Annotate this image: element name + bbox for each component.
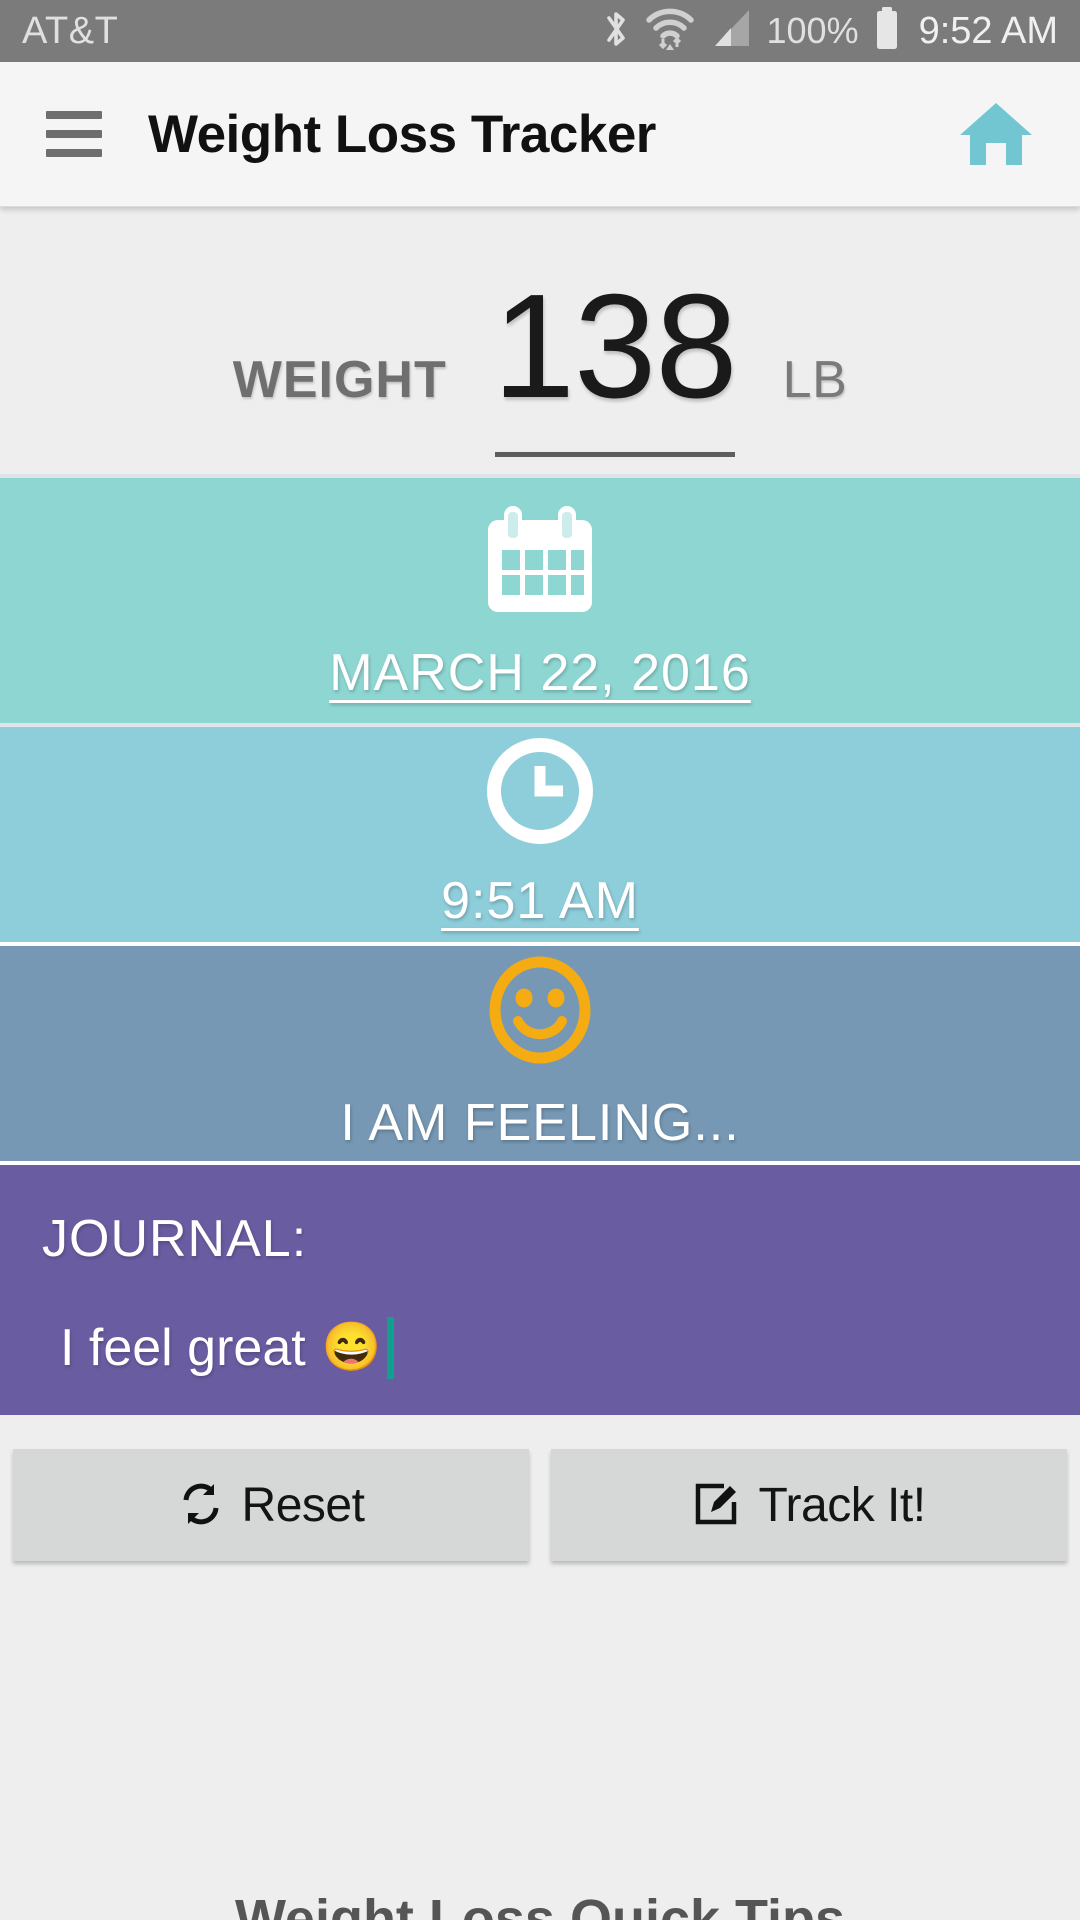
bluetooth-icon (601, 7, 631, 56)
page-title: Weight Loss Tracker (148, 104, 656, 164)
track-it-button-label: Track It! (758, 1478, 926, 1532)
journal-section: JOURNAL: I feel great 😄 (0, 1165, 1080, 1415)
edit-pencil-icon (692, 1480, 740, 1531)
footer-partial-heading: Weight Loss Quick Tips (0, 1820, 1080, 1920)
action-button-bar: Reset Track It! (0, 1415, 1080, 1595)
time-row[interactable]: 9:51 AM (0, 727, 1080, 942)
weight-input[interactable]: 138 (492, 263, 738, 457)
battery-icon (873, 6, 901, 57)
cellular-signal-icon (709, 8, 753, 55)
weight-value: 138 (492, 263, 738, 429)
hamburger-bar (46, 149, 102, 157)
wifi-icon (645, 6, 695, 57)
clock-icon (487, 738, 593, 849)
weight-panel: WEIGHT 138 LB (0, 207, 1080, 474)
carrier-label: AT&T (22, 9, 119, 52)
app-bar: Weight Loss Tracker (0, 62, 1080, 207)
smiley-face-icon (486, 954, 594, 1071)
mood-value: I AM FEELING... (340, 1094, 740, 1152)
refresh-icon (178, 1480, 224, 1531)
calendar-icon (484, 498, 596, 621)
time-value: 9:51 AM (441, 872, 639, 930)
weight-unit-label: LB (782, 350, 848, 409)
mood-row[interactable]: I AM FEELING... (0, 946, 1080, 1161)
date-value: MARCH 22, 2016 (329, 644, 751, 702)
status-bar: AT&T 100% 9:52 AM (0, 0, 1080, 62)
journal-text: I feel great (60, 1319, 306, 1377)
reset-button[interactable]: Reset (13, 1449, 529, 1561)
journal-label: JOURNAL: (42, 1210, 308, 1268)
reset-button-label: Reset (241, 1478, 365, 1532)
journal-input[interactable]: I feel great 😄 (42, 1317, 1038, 1379)
home-icon[interactable] (958, 99, 1034, 169)
hamburger-bar (46, 111, 102, 119)
status-time-label: 9:52 AM (918, 9, 1058, 52)
weight-row: WEIGHT 138 LB (232, 263, 848, 457)
track-it-button[interactable]: Track It! (551, 1449, 1067, 1561)
text-caret (387, 1317, 395, 1379)
weight-label: WEIGHT (232, 350, 447, 409)
footer-heading-text: Weight Loss Quick Tips (234, 1889, 846, 1920)
app-screen: AT&T 100% 9:52 AM Weight Loss Tracker WE… (0, 0, 1080, 1920)
status-icons: 100% 9:52 AM (601, 6, 1058, 57)
emoji-grinning-face-icon: 😄 (321, 1321, 382, 1374)
hamburger-bar (46, 130, 102, 138)
weight-underline (494, 451, 735, 457)
battery-percent-label: 100% (766, 10, 859, 51)
date-row[interactable]: MARCH 22, 2016 (0, 478, 1080, 723)
hamburger-menu-icon[interactable] (46, 111, 102, 157)
